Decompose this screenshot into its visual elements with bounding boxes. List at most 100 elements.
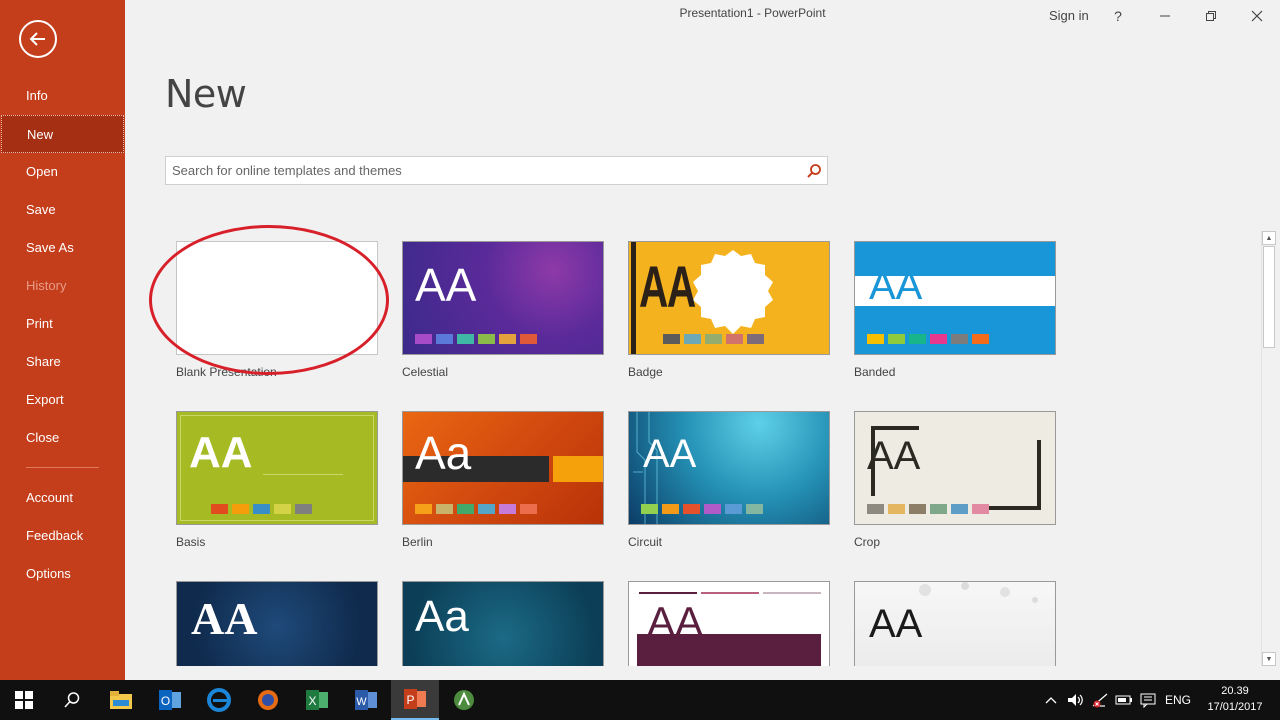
template-label: Crop bbox=[854, 535, 881, 549]
word-app[interactable]: W bbox=[342, 680, 390, 720]
start-button[interactable] bbox=[0, 680, 48, 720]
template-row3-3[interactable]: AA bbox=[628, 581, 830, 666]
svg-text:O: O bbox=[161, 694, 170, 708]
template-basis[interactable]: AA Basis bbox=[176, 411, 378, 549]
template-label: Banded bbox=[854, 365, 896, 379]
android-studio-icon bbox=[454, 690, 474, 710]
search-input[interactable] bbox=[172, 157, 792, 184]
close-window-button[interactable] bbox=[1245, 4, 1269, 28]
sidebar-item-share[interactable]: Share bbox=[0, 343, 125, 381]
thumbnail-text: AA bbox=[869, 264, 923, 308]
template-thumbnail: AA bbox=[176, 581, 378, 666]
battery-icon bbox=[1115, 695, 1132, 705]
search-icon[interactable] bbox=[806, 163, 822, 179]
svg-text:X: X bbox=[308, 694, 316, 708]
sidebar-item-export[interactable]: Export bbox=[0, 381, 125, 419]
template-thumbnail: AA bbox=[176, 411, 378, 525]
chevron-up-icon bbox=[1045, 697, 1057, 704]
show-hidden-icons[interactable] bbox=[1043, 690, 1059, 710]
template-thumbnail bbox=[176, 241, 378, 355]
help-button[interactable]: ? bbox=[1106, 4, 1130, 28]
close-icon bbox=[1251, 10, 1263, 22]
thumbnail-text: AA bbox=[191, 593, 258, 644]
volume-icon bbox=[1068, 694, 1083, 706]
template-label: Blank Presentation bbox=[176, 365, 277, 379]
arrow-left-icon bbox=[29, 32, 45, 46]
template-crop[interactable]: AA Crop bbox=[854, 411, 1056, 549]
edge-app[interactable] bbox=[195, 680, 243, 720]
template-row3-4[interactable]: AA bbox=[854, 581, 1056, 666]
page-title: New bbox=[165, 72, 247, 116]
language-indicator[interactable]: ENG bbox=[1164, 690, 1192, 710]
badge-shape bbox=[693, 250, 773, 334]
template-thumbnail: AA bbox=[628, 411, 830, 525]
template-row3-1[interactable]: AA bbox=[176, 581, 378, 666]
sidebar-item-account[interactable]: Account bbox=[0, 479, 125, 517]
svg-text:W: W bbox=[356, 696, 367, 708]
clock-time: 20.39 bbox=[1221, 685, 1249, 697]
template-thumbnail: Aa bbox=[402, 411, 604, 525]
thumbnail-text: AA bbox=[415, 259, 477, 311]
color-swatches bbox=[415, 334, 537, 344]
template-label: Basis bbox=[176, 535, 206, 549]
sidebar-item-feedback[interactable]: Feedback bbox=[0, 517, 125, 555]
scroll-down-button[interactable]: ▼ bbox=[1262, 652, 1276, 666]
sidebar-item-save[interactable]: Save bbox=[0, 191, 125, 229]
template-thumbnail: AA bbox=[628, 241, 830, 355]
sign-in-link[interactable]: Sign in bbox=[1049, 8, 1089, 23]
template-thumbnail: Aa bbox=[402, 581, 604, 666]
sidebar-item-print[interactable]: Print bbox=[0, 305, 125, 343]
powerpoint-app[interactable]: P bbox=[391, 680, 439, 720]
battery-tray[interactable] bbox=[1114, 690, 1134, 710]
excel-app[interactable]: X bbox=[293, 680, 341, 720]
template-celestial[interactable]: AA Celestial bbox=[402, 241, 604, 379]
network-tray[interactable] bbox=[1090, 690, 1110, 710]
firefox-app[interactable] bbox=[244, 680, 292, 720]
thumbnail-text: Aa bbox=[415, 427, 472, 479]
thumbnail-text: AA bbox=[189, 428, 253, 477]
powerpoint-icon: P bbox=[404, 689, 426, 709]
action-center-tray[interactable] bbox=[1138, 690, 1158, 710]
thumbnail-text: AA bbox=[647, 598, 704, 645]
sidebar-item-info[interactable]: Info bbox=[0, 77, 125, 115]
template-label: Celestial bbox=[402, 365, 449, 379]
search-icon bbox=[64, 692, 80, 708]
volume-tray[interactable] bbox=[1066, 690, 1086, 710]
thumbnail-text: AA bbox=[639, 255, 696, 320]
template-blank-presentation[interactable]: Blank Presentation bbox=[176, 241, 378, 379]
scroll-thumb[interactable] bbox=[1263, 246, 1275, 348]
thumbnail-text: Aa bbox=[415, 592, 469, 641]
back-button[interactable] bbox=[19, 20, 57, 58]
backstage-sidebar: Info New Open Save Save As History Print… bbox=[0, 0, 125, 680]
sidebar-item-close[interactable]: Close bbox=[0, 419, 125, 457]
thumbnail-text: AA bbox=[643, 432, 697, 476]
sidebar-item-open[interactable]: Open bbox=[0, 153, 125, 191]
minimize-icon bbox=[1160, 15, 1170, 17]
template-banded[interactable]: AA Banded bbox=[854, 241, 1056, 379]
thumbnail-text: AA bbox=[869, 602, 923, 646]
scroll-up-button[interactable]: ▲ bbox=[1262, 231, 1276, 245]
template-thumbnail: AA bbox=[854, 581, 1056, 666]
outlook-app[interactable]: O bbox=[146, 680, 194, 720]
sidebar-item-save-as[interactable]: Save As bbox=[0, 229, 125, 267]
template-thumbnail: AA bbox=[402, 241, 604, 355]
template-thumbnail: AA bbox=[854, 241, 1056, 355]
color-swatches bbox=[867, 334, 989, 344]
clock-date: 17/01/2017 bbox=[1207, 701, 1263, 713]
template-circuit[interactable]: AA Circuit bbox=[628, 411, 830, 549]
android-studio-app[interactable] bbox=[440, 680, 488, 720]
color-swatches bbox=[641, 504, 763, 514]
minimize-button[interactable] bbox=[1153, 4, 1177, 28]
system-clock[interactable]: 20.39 17/01/2017 bbox=[1203, 683, 1267, 715]
vertical-scrollbar[interactable]: ▲ ▼ bbox=[1261, 231, 1276, 666]
restore-button[interactable] bbox=[1199, 4, 1223, 28]
thumbnail-text: AA bbox=[867, 434, 921, 478]
sidebar-item-new[interactable]: New bbox=[1, 115, 124, 153]
svg-text:P: P bbox=[406, 693, 414, 707]
color-swatches bbox=[867, 504, 989, 514]
file-explorer-app[interactable] bbox=[97, 680, 145, 720]
template-berlin[interactable]: Aa Berlin bbox=[402, 411, 604, 549]
search-taskbar-button[interactable] bbox=[48, 680, 96, 720]
template-badge[interactable]: AA Badge bbox=[628, 241, 830, 379]
template-row3-2[interactable]: Aa bbox=[402, 581, 604, 666]
